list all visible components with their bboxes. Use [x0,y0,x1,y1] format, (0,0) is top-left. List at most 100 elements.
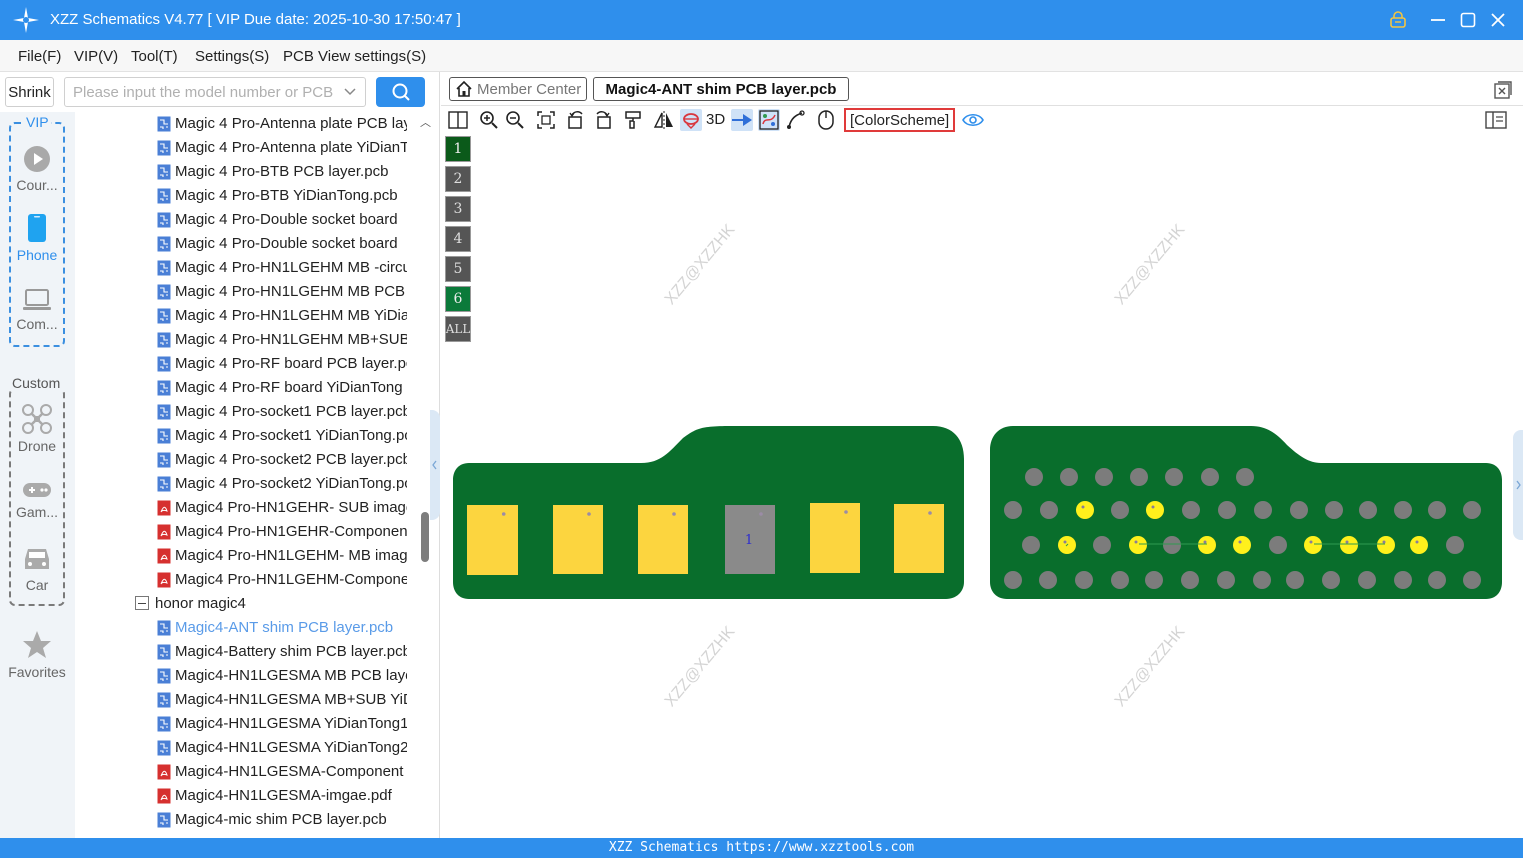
rail-item-car[interactable]: Car [9,545,65,593]
via[interactable] [1358,571,1376,589]
via-highlighted[interactable] [1129,536,1147,554]
via[interactable] [1093,536,1111,554]
via[interactable] [1130,468,1148,486]
tree-file-item[interactable]: Magic4 Pro-HN1GEHR- SUB image [75,496,420,520]
eye-icon[interactable] [962,109,984,131]
tree-file-item[interactable]: Magic4 Pro-HN1LGEHM-Component [75,568,420,592]
menu-file[interactable]: File(F) [18,48,61,65]
via-highlighted[interactable] [1076,501,1094,519]
maximize-icon[interactable] [1456,8,1480,32]
collapse-folder-icon[interactable] [135,596,149,610]
rail-item-favorites[interactable]: Favorites [8,630,66,680]
shrink-button[interactable]: Shrink [5,77,54,107]
via[interactable] [1095,468,1113,486]
smd-pad[interactable] [638,505,688,574]
rotate-right-icon[interactable] [592,109,614,131]
tree-file-item[interactable]: Magic 4 Pro-HN1LGEHM MB+SUB [75,328,420,352]
tree-file-item[interactable]: Magic 4 Pro-HN1LGEHM MB -circuit [75,256,420,280]
tree-file-item[interactable]: Magic 4 Pro-socket1 YiDianTong.pcb [75,424,420,448]
smd-pad[interactable] [467,505,518,575]
via[interactable] [1022,536,1040,554]
tree-file-item[interactable]: Magic 4 Pro-Antenna plate PCB layer.pcb [75,112,420,136]
mirror-icon[interactable] [653,109,675,131]
menu-settings[interactable]: Settings(S) [195,48,269,65]
via-highlighted[interactable] [1233,536,1251,554]
via-highlighted[interactable] [1410,536,1428,554]
via[interactable] [1428,501,1446,519]
view-3d-button[interactable]: 3D [706,111,725,128]
menu-pcb-view-settings[interactable]: PCB View settings(S) [283,48,426,65]
via[interactable] [1253,571,1271,589]
via[interactable] [1163,536,1181,554]
tree-scrollbar[interactable]: ︿ [418,112,431,838]
tab-active-document[interactable]: Magic4-ANT shim PCB layer.pcb [593,77,849,101]
tree-file-item[interactable]: Magic 4 Pro-Double socket board [75,232,420,256]
tree-file-item[interactable]: Magic4-mic shim PCB layer.pcb [75,808,420,832]
tree-file-item[interactable]: Magic4-HN1LGESMA MB PCB layer [75,664,420,688]
via[interactable] [1290,501,1308,519]
via-highlighted[interactable] [1198,536,1216,554]
via[interactable] [1039,571,1057,589]
tree-file-item[interactable]: Magic4-HN1LGESMA YiDianTong2 [75,736,420,760]
zoom-in-icon[interactable] [478,109,500,131]
menu-vip[interactable]: VIP(V) [74,48,118,65]
via[interactable] [1075,571,1093,589]
via[interactable] [1004,571,1022,589]
via[interactable] [1111,571,1129,589]
via[interactable] [1359,501,1377,519]
via[interactable] [1463,501,1481,519]
tree-file-item[interactable]: Magic 4 Pro-socket2 YiDianTong.pcb [75,472,420,496]
via[interactable] [1394,501,1412,519]
via[interactable] [1325,501,1343,519]
via[interactable] [1217,571,1235,589]
collapse-panel-handle[interactable] [430,410,440,520]
tree-file-item[interactable]: Magic4-HN1LGESMA MB+SUB YiDianTong [75,688,420,712]
via[interactable] [1145,571,1163,589]
trace-route-icon[interactable] [785,109,807,131]
via-highlighted[interactable] [1377,536,1395,554]
via[interactable] [1269,536,1287,554]
search-input[interactable] [65,78,335,106]
via[interactable] [1040,501,1058,519]
rotate-left-icon[interactable] [565,109,587,131]
close-all-tabs-icon[interactable] [1493,80,1513,100]
close-icon[interactable] [1486,8,1510,32]
smd-pad[interactable] [553,505,603,574]
smd-pad[interactable] [810,503,860,573]
via[interactable] [1111,501,1129,519]
via[interactable] [1446,536,1464,554]
pcb-canvas[interactable]: 1 2 3 4 5 6 ALL XZZ@XZZHK XZZ@XZZHK XZZ@XZZHK … [441,134,1523,838]
tree-file-item[interactable]: Magic4-HN1LGESMA-Component [75,760,420,784]
via[interactable] [1004,501,1022,519]
via[interactable] [1322,571,1340,589]
via[interactable] [1165,468,1183,486]
zoom-out-icon[interactable] [504,109,526,131]
tree-file-item[interactable]: Magic 4 Pro-RF board YiDianTong [75,376,420,400]
format-painter-icon[interactable] [622,109,644,131]
via[interactable] [1254,501,1272,519]
tree-file-item[interactable]: Magic 4 Pro-Double socket board [75,208,420,232]
tab-member-center[interactable]: Member Center [449,77,587,101]
via[interactable] [1201,468,1219,486]
smd-pad[interactable] [894,504,944,573]
net-highlight-icon[interactable] [680,109,702,131]
via[interactable] [1394,571,1412,589]
tree-file-item[interactable]: Magic4 Pro-HN1LGEHM- MB image [75,544,420,568]
via-highlighted[interactable] [1146,501,1164,519]
menu-tool[interactable]: Tool(T) [131,48,178,65]
tree-file-item[interactable]: Magic4-Battery shim PCB layer.pcb [75,640,420,664]
scroll-thumb[interactable] [421,512,429,562]
tree-file-item[interactable]: Magic4-HN1LGESMA-imgae.pdf [75,784,420,808]
via[interactable] [1286,571,1304,589]
via-highlighted[interactable] [1340,536,1358,554]
side-panel-toggle-icon[interactable] [1485,111,1507,129]
via[interactable] [1218,501,1236,519]
via-highlighted[interactable] [1304,536,1322,554]
split-view-icon[interactable] [447,109,469,131]
rail-item-game[interactable]: Gam... [9,480,65,520]
tree-file-item[interactable]: Magic 4 Pro-HN1LGEHM MB YiDianTong [75,304,420,328]
select-arrow-icon[interactable] [731,109,753,131]
via[interactable] [1236,468,1254,486]
via[interactable] [1463,571,1481,589]
search-button[interactable] [376,77,425,107]
